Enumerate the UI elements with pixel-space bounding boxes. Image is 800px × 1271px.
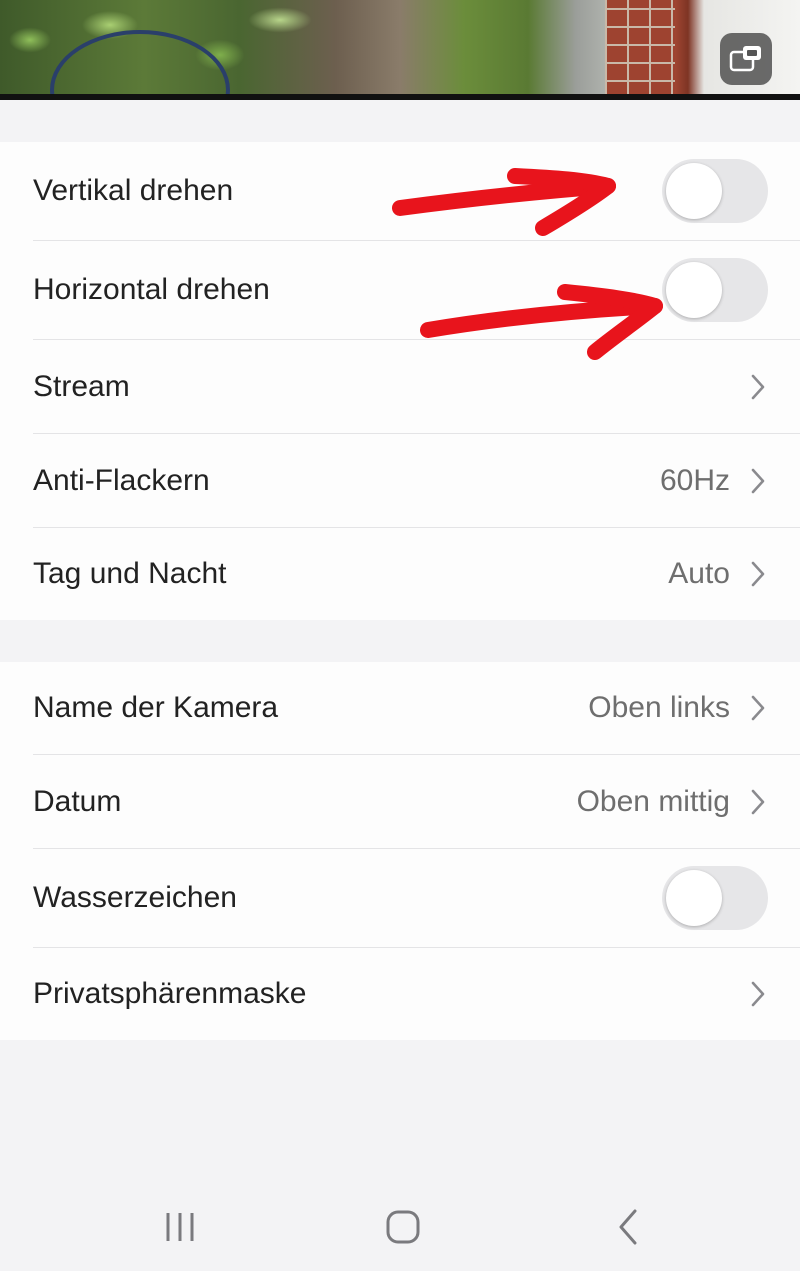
setting-row-horizontal-flip[interactable]: Horizontal drehen xyxy=(0,241,800,339)
setting-row-date[interactable]: Datum Oben mittig xyxy=(0,755,800,848)
setting-label: Wasserzeichen xyxy=(33,881,237,914)
home-icon xyxy=(386,1210,420,1244)
home-button[interactable] xyxy=(373,1205,433,1249)
setting-label: Anti-Flackern xyxy=(33,463,210,497)
setting-label: Name der Kamera xyxy=(33,691,279,724)
setting-value: Auto xyxy=(668,557,730,590)
setting-row-stream[interactable]: Stream xyxy=(0,340,800,433)
preview-bottom-edge xyxy=(0,94,800,100)
setting-label: Vertikal drehen xyxy=(33,174,234,207)
system-navigation-bar xyxy=(0,1175,800,1271)
setting-row-anti-flicker[interactable]: Anti-Flackern 60Hz xyxy=(0,434,800,527)
recent-apps-button[interactable] xyxy=(150,1205,210,1249)
toggle-knob xyxy=(666,262,722,318)
chevron-right-icon xyxy=(751,695,765,721)
chevron-right-icon xyxy=(751,789,765,814)
setting-label: Stream xyxy=(33,369,130,403)
back-button[interactable] xyxy=(598,1205,658,1249)
preview-brick-wall xyxy=(605,0,675,100)
setting-row-day-night[interactable]: Tag und Nacht Auto xyxy=(0,528,800,620)
picture-in-picture-icon xyxy=(729,46,761,72)
setting-label: Tag und Nacht xyxy=(33,557,227,590)
setting-row-watermark[interactable]: Wasserzeichen xyxy=(0,849,800,947)
chevron-right-icon xyxy=(751,374,765,399)
settings-group-image: Vertikal drehen Horizontal drehen Stream… xyxy=(0,142,800,620)
vertical-flip-toggle[interactable] xyxy=(662,159,768,223)
back-icon xyxy=(619,1209,637,1245)
toggle-knob xyxy=(666,870,722,926)
watermark-toggle[interactable] xyxy=(662,866,768,930)
setting-label: Horizontal drehen xyxy=(33,273,270,306)
chevron-right-icon xyxy=(751,468,765,493)
setting-value: Oben links xyxy=(588,691,730,724)
toggle-knob xyxy=(666,163,722,219)
setting-label: Privatsphärenmaske xyxy=(33,977,307,1010)
setting-label: Datum xyxy=(33,784,122,818)
setting-row-privacy-mask[interactable]: Privatsphärenmaske xyxy=(0,948,800,1040)
recent-apps-icon xyxy=(166,1213,194,1241)
settings-group-overlay: Name der Kamera Oben links Datum Oben mi… xyxy=(0,662,800,1040)
setting-row-camera-name[interactable]: Name der Kamera Oben links xyxy=(0,662,800,754)
picture-in-picture-button[interactable] xyxy=(720,33,772,85)
setting-value: 60Hz xyxy=(659,463,730,497)
camera-preview[interactable] xyxy=(0,0,800,100)
chevron-right-icon xyxy=(751,561,765,587)
setting-value: Oben mittig xyxy=(576,784,730,818)
horizontal-flip-toggle[interactable] xyxy=(662,258,768,322)
chevron-right-icon xyxy=(751,981,765,1007)
setting-row-vertical-flip[interactable]: Vertikal drehen xyxy=(0,142,800,240)
